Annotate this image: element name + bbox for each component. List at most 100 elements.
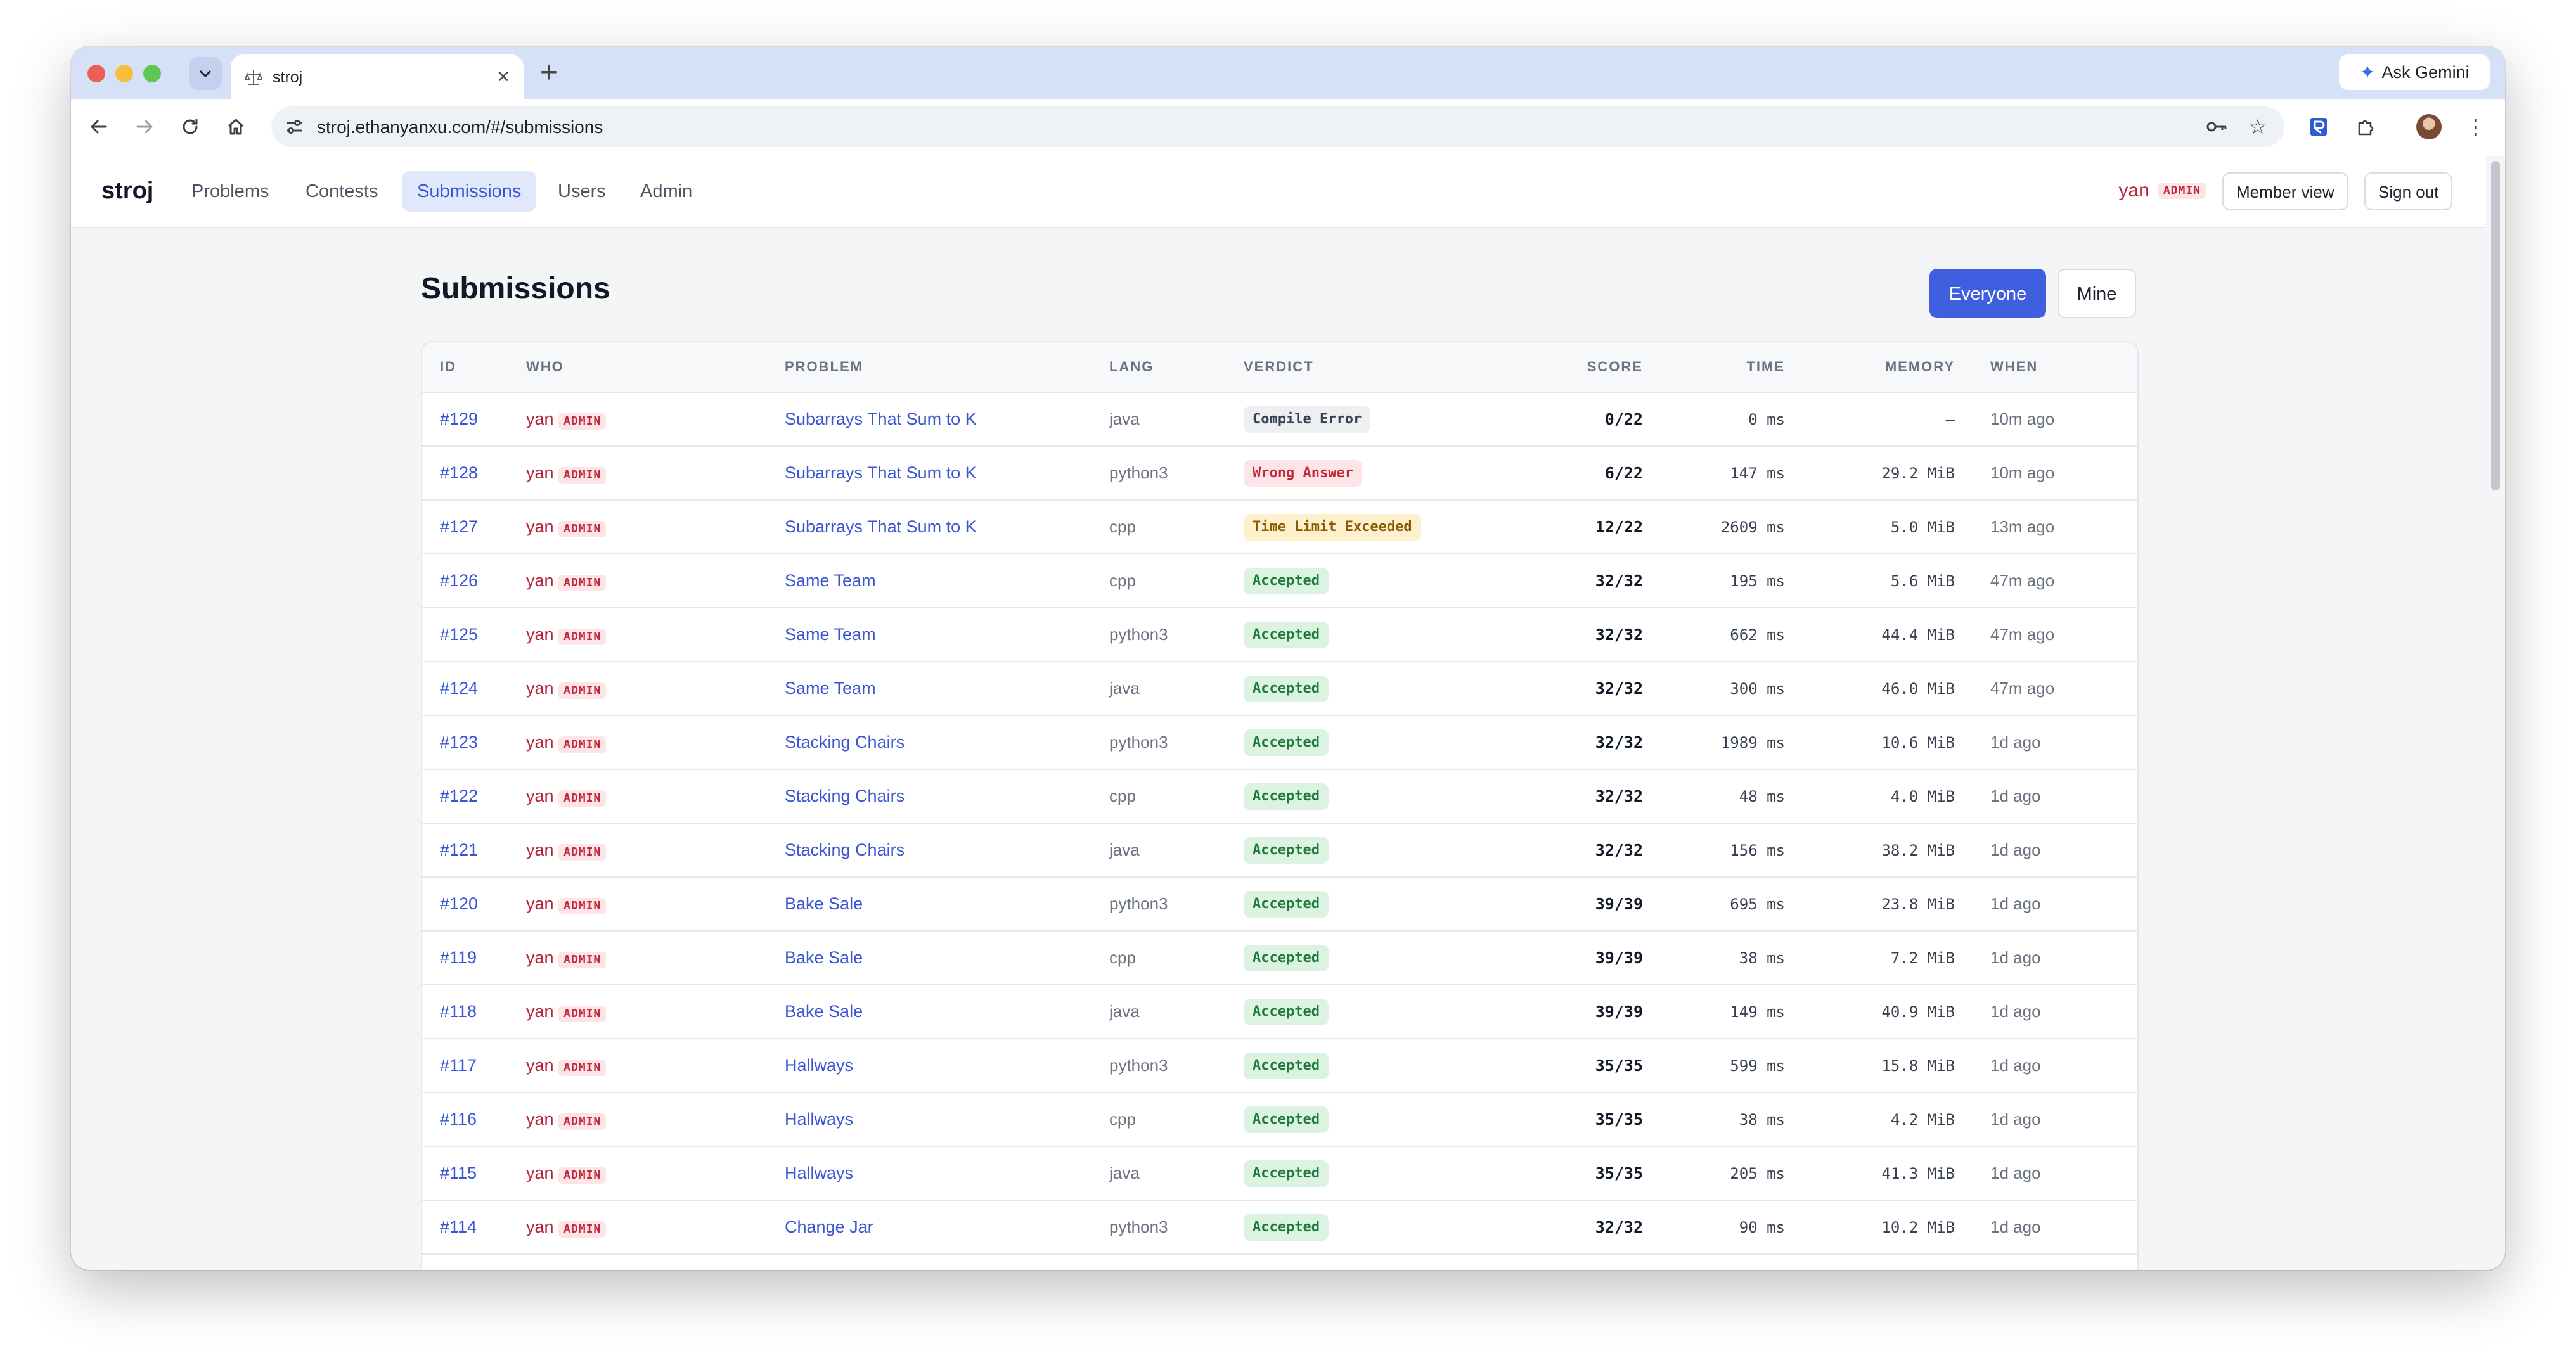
col-header-verdict[interactable]: VERDICT <box>1244 342 1507 393</box>
nav-contests[interactable]: Contests <box>290 171 393 212</box>
table-row[interactable]: #121 yan ADMIN Stacking Chairs java Accepted… <box>422 823 2137 878</box>
col-header-lang[interactable]: LANG <box>1109 342 1244 393</box>
home-icon[interactable] <box>222 113 250 141</box>
submission-id-link[interactable]: #127 <box>440 517 478 536</box>
table-row[interactable]: #129 yan ADMIN Subarrays That Sum to K java… <box>422 392 2137 447</box>
problem-link[interactable]: Stacking Chairs <box>785 786 905 805</box>
submitter-name[interactable]: yan <box>526 1110 554 1129</box>
submission-id-link[interactable]: #118 <box>440 1002 477 1021</box>
submission-id-link[interactable]: #121 <box>440 840 478 859</box>
submitter-name[interactable]: yan <box>526 840 554 859</box>
submitter-name[interactable]: yan <box>526 571 554 590</box>
minimize-window-button[interactable] <box>115 65 133 82</box>
kebab-menu-icon[interactable]: ⋮ <box>2461 112 2491 142</box>
submitter-name[interactable]: yan <box>526 409 554 428</box>
submitter-name[interactable]: yan <box>526 1002 554 1021</box>
table-row[interactable]: #115 yan ADMIN Hallways java Accepted 35/35 20… <box>422 1146 2137 1201</box>
problem-link[interactable]: Subarrays That Sum to K <box>785 409 977 428</box>
submitter-name[interactable]: yan <box>526 1217 554 1236</box>
submission-id-link[interactable]: #125 <box>440 625 478 644</box>
forward-arrow-icon[interactable] <box>131 113 158 141</box>
table-row[interactable]: #128 yan ADMIN Subarrays That Sum to K pyth… <box>422 446 2137 501</box>
col-header-problem[interactable]: PROBLEM <box>785 342 1109 393</box>
browser-tab[interactable]: stroj × <box>231 54 524 99</box>
puzzle-icon[interactable] <box>2350 112 2381 142</box>
filter-mine-button[interactable]: Mine <box>2058 269 2136 318</box>
submission-id-link[interactable]: #124 <box>440 679 478 698</box>
problem-link[interactable]: Bake Sale <box>785 894 863 913</box>
submitter-name[interactable]: yan <box>526 733 554 752</box>
submitter-name[interactable]: yan <box>526 948 554 967</box>
ask-gemini-button[interactable]: ✦ Ask Gemini <box>2339 54 2490 90</box>
problem-link[interactable]: Bake Sale <box>785 948 863 967</box>
problem-link[interactable]: Change Jar <box>785 1217 873 1236</box>
problem-link[interactable]: Stacking Chairs <box>785 733 905 752</box>
submission-id-link[interactable]: #122 <box>440 786 478 805</box>
table-row[interactable]: #116 yan ADMIN Hallways cpp Accepted 35/35 38 … <box>422 1093 2137 1147</box>
nav-problems[interactable]: Problems <box>176 171 285 212</box>
submitter-name[interactable]: yan <box>526 625 554 644</box>
nav-admin[interactable]: Admin <box>625 171 707 212</box>
problem-link[interactable]: Bake Sale <box>785 1002 863 1021</box>
col-header-memory[interactable]: MEMORY <box>1785 342 1955 393</box>
submitter-name[interactable]: yan <box>526 1163 554 1182</box>
submission-id-link[interactable]: #117 <box>440 1056 477 1075</box>
password-key-icon[interactable] <box>2205 114 2230 139</box>
table-row[interactable]: #125 yan ADMIN Same Team python3 Accepted 32/… <box>422 608 2137 662</box>
submission-id-link[interactable]: #129 <box>440 409 478 428</box>
submission-id-link[interactable]: #119 <box>440 948 477 967</box>
submitter-name[interactable]: yan <box>526 679 554 698</box>
table-row[interactable]: #117 yan ADMIN Hallways python3 Accepted 35/3… <box>422 1039 2137 1093</box>
profile-avatar[interactable] <box>2416 114 2442 139</box>
col-header-score[interactable]: SCORE <box>1507 342 1643 393</box>
new-tab-button[interactable]: + <box>540 56 558 90</box>
problem-link[interactable]: Same Team <box>785 679 876 698</box>
table-row[interactable]: #120 yan ADMIN Bake Sale python3 Accepted 39/… <box>422 877 2137 932</box>
table-row[interactable]: #126 yan ADMIN Same Team cpp Accepted 32/32 19… <box>422 554 2137 608</box>
problem-link[interactable]: Subarrays That Sum to K <box>785 517 977 536</box>
col-header-id[interactable]: ID <box>422 342 526 393</box>
submission-id-link[interactable]: #114 <box>440 1217 477 1236</box>
table-row[interactable]: #122 yan ADMIN Stacking Chairs cpp Accepted 3… <box>422 769 2137 824</box>
col-header-time[interactable]: TIME <box>1643 342 1785 393</box>
submission-id-link[interactable]: #116 <box>440 1110 477 1129</box>
close-tab-icon[interactable]: × <box>497 65 510 89</box>
table-row[interactable]: #114 yan ADMIN Change Jar python3 Accepted 32… <box>422 1200 2137 1255</box>
problem-link[interactable]: Hallways <box>785 1163 853 1182</box>
tab-search-button[interactable] <box>189 57 222 90</box>
submission-id-link[interactable]: #128 <box>440 463 478 482</box>
sign-out-button[interactable]: Sign out <box>2364 172 2453 210</box>
brand-logo[interactable]: stroj <box>101 177 153 205</box>
table-row[interactable]: #118 yan ADMIN Bake Sale java Accepted 39/39 1… <box>422 985 2137 1039</box>
zoom-window-button[interactable] <box>143 65 161 82</box>
filter-everyone-button[interactable]: Everyone <box>1929 269 2046 318</box>
member-view-button[interactable]: Member view <box>2222 172 2348 210</box>
submitter-name[interactable]: yan <box>526 786 554 805</box>
problem-link[interactable]: Hallways <box>785 1056 853 1075</box>
table-row[interactable]: #127 yan ADMIN Subarrays That Sum to K cpp T… <box>422 500 2137 554</box>
reload-icon[interactable] <box>176 113 204 141</box>
close-window-button[interactable] <box>87 65 105 82</box>
submitter-name[interactable]: yan <box>526 894 554 913</box>
submitter-name[interactable]: yan <box>526 1056 554 1075</box>
submitter-name[interactable]: yan <box>526 463 554 482</box>
table-row[interactable]: #123 yan ADMIN Stacking Chairs python3 Accep… <box>422 715 2137 770</box>
submitter-name[interactable]: yan <box>526 517 554 536</box>
back-arrow-icon[interactable] <box>85 113 113 141</box>
col-header-who[interactable]: WHO <box>526 342 785 393</box>
problem-link[interactable]: Same Team <box>785 571 876 590</box>
site-settings-icon[interactable] <box>284 117 304 137</box>
table-row[interactable]: #119 yan ADMIN Bake Sale cpp Accepted 39/39 38… <box>422 931 2137 985</box>
page-scrollbar[interactable] <box>2486 156 2505 1270</box>
bookmark-star-icon[interactable]: ☆ <box>2245 114 2270 139</box>
problem-link[interactable]: Stacking Chairs <box>785 840 905 859</box>
address-bar[interactable]: stroj.ethanyanxu.com/#/submissions ☆ <box>271 106 2284 147</box>
table-row[interactable]: #124 yan ADMIN Same Team java Accepted 32/32 3… <box>422 662 2137 716</box>
nav-users[interactable]: Users <box>543 171 621 212</box>
submission-id-link[interactable]: #120 <box>440 894 478 913</box>
extension-icon[interactable] <box>2303 112 2334 142</box>
nav-submissions[interactable]: Submissions <box>402 171 537 212</box>
submission-id-link[interactable]: #115 <box>440 1163 477 1182</box>
submission-id-link[interactable]: #123 <box>440 733 478 752</box>
problem-link[interactable]: Hallways <box>785 1110 853 1129</box>
